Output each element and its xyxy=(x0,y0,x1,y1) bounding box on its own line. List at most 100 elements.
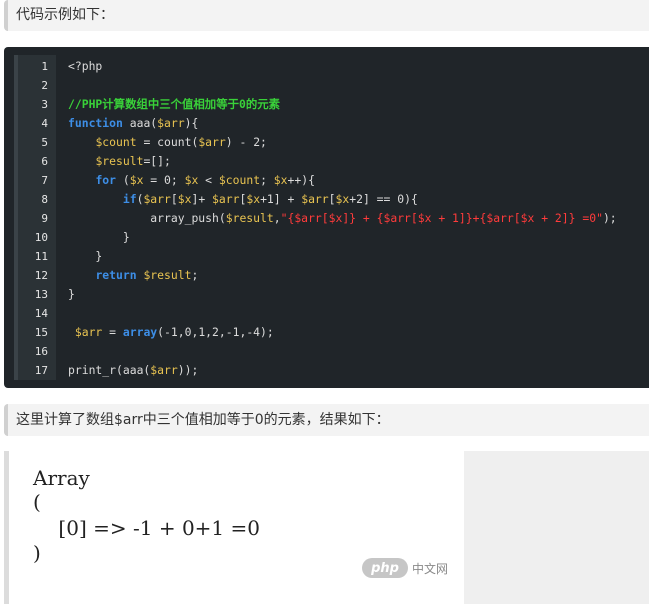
code-token: array xyxy=(122,325,158,339)
code-line: $result=[]; xyxy=(68,152,171,171)
code-token: ( xyxy=(116,173,130,187)
line-number: 11 xyxy=(34,250,48,263)
code-token: ; xyxy=(260,173,274,187)
code-token: ]+ xyxy=(191,192,213,206)
line-number: 9 xyxy=(41,212,48,225)
code-token: =[]; xyxy=(143,154,171,168)
code-token: $arr xyxy=(157,116,185,130)
code-token: ++){ xyxy=(287,173,315,187)
code-line: $arr = array(-1,0,1,2,-1,-4); xyxy=(68,323,274,342)
code-line: print_r(aaa($arr)); xyxy=(68,361,198,380)
output-line: ( xyxy=(33,490,41,514)
code-token: print_r(aaa( xyxy=(68,363,151,377)
code-token: $x xyxy=(246,192,261,206)
line-number: 17 xyxy=(34,364,48,377)
code-token: ) - 2; xyxy=(225,135,267,149)
code-token: $result xyxy=(225,211,274,225)
code-token: [ xyxy=(328,192,336,206)
code-token: for xyxy=(95,173,117,187)
watermark-site-label: 中文网 xyxy=(412,561,449,576)
code-block: <?php//PHP计算数组中三个值相加等于0的元素 function aaa($… xyxy=(4,47,649,388)
line-number: 3 xyxy=(41,98,48,111)
result-intro-text: 这里计算了数组$arr中三个值相加等于0的元素，结果如下： xyxy=(16,412,390,428)
output-side-panel xyxy=(464,451,649,604)
code-token: function xyxy=(68,116,130,130)
code-line: $count = count($arr) - 2; xyxy=(68,133,267,152)
php-logo-icon: php xyxy=(362,558,408,578)
line-number: 7 xyxy=(41,174,48,187)
code-token: , xyxy=(273,211,281,225)
line-number: 5 xyxy=(41,136,48,149)
line-number: 2 xyxy=(41,79,48,92)
code-token: $count xyxy=(95,135,137,149)
code-token: < xyxy=(198,173,219,187)
code-token: return xyxy=(95,268,137,282)
code-token: +2] == 0){ xyxy=(349,192,418,206)
code-token: $arr xyxy=(150,363,178,377)
line-number: 4 xyxy=(41,117,48,130)
line-number: 6 xyxy=(41,155,48,168)
line-number: 15 xyxy=(34,326,48,339)
code-token: )); xyxy=(177,363,199,377)
code-token: $result xyxy=(95,154,144,168)
code-token: aaa( xyxy=(129,116,158,130)
code-token: ){ xyxy=(184,116,199,130)
code-token: //PHP计算数组中三个值相加等于0的元素 xyxy=(68,97,281,111)
code-token: $count xyxy=(218,173,261,187)
code-token: $x xyxy=(335,192,350,206)
code-token: $arr xyxy=(212,192,240,206)
code-token: } xyxy=(68,287,75,301)
intro-callout: 代码示例如下： xyxy=(4,0,649,31)
code-line: } xyxy=(68,247,102,266)
code-token: $arr xyxy=(198,135,226,149)
code-line: //PHP计算数组中三个值相加等于0的元素 xyxy=(68,95,280,114)
output-block: Array ( [0] => -1 + 0+1 =0 ) xyxy=(4,451,464,604)
code-line: function aaa($arr){ xyxy=(68,114,198,133)
intro-text: 代码示例如下： xyxy=(16,7,114,23)
code-token: $x xyxy=(177,192,192,206)
code-token: +1] + xyxy=(260,192,302,206)
code-token: $result xyxy=(143,268,192,282)
code-token: ; xyxy=(191,268,199,282)
output-line: Array xyxy=(33,466,90,490)
code-line: } xyxy=(68,285,75,304)
code-line: array_push($result,"{$arr[$x]} + {$arr[$… xyxy=(68,209,617,228)
code-token: [ xyxy=(170,192,178,206)
code-token: ); xyxy=(602,211,617,225)
code-line: return $result; xyxy=(68,266,198,285)
line-number: 1 xyxy=(41,60,48,73)
code-token: "{$arr[$x]} + {$arr[$x + 1]}+{$arr[$x + … xyxy=(280,211,603,225)
code-token: = 0; xyxy=(143,173,185,187)
line-number: 8 xyxy=(41,193,48,206)
output-line: [0] => -1 + 0+1 =0 xyxy=(33,516,260,540)
code-token: } xyxy=(68,249,103,263)
code-token: array_push( xyxy=(68,211,226,225)
output-line: ) xyxy=(33,541,41,565)
code-line: if($arr[$x]+ $arr[$x+1] + $arr[$x+2] == … xyxy=(68,190,418,209)
line-number: 13 xyxy=(34,288,48,301)
watermark: php 中文网 xyxy=(362,558,448,578)
code-token: if xyxy=(122,192,137,206)
code-token: $arr xyxy=(301,192,329,206)
result-callout: 这里计算了数组$arr中三个值相加等于0的元素，结果如下： xyxy=(4,404,649,436)
code-line: <?php xyxy=(68,57,102,76)
line-number: 12 xyxy=(34,269,48,282)
code-token: (-1,0,1,2,-1,-4); xyxy=(157,325,274,339)
code-token: = xyxy=(102,325,123,339)
line-number: 10 xyxy=(34,231,48,244)
code-line: for ($x = 0; $x < $count; $x++){ xyxy=(68,171,315,190)
code-token: $x xyxy=(184,173,199,187)
code-token: <?php xyxy=(68,59,103,73)
code-token: $x xyxy=(273,173,288,187)
line-number: 16 xyxy=(34,345,48,358)
code-token: $arr xyxy=(143,192,171,206)
code-token: } xyxy=(68,230,130,244)
code-token: $x xyxy=(129,173,144,187)
code-token: $arr xyxy=(74,325,103,339)
